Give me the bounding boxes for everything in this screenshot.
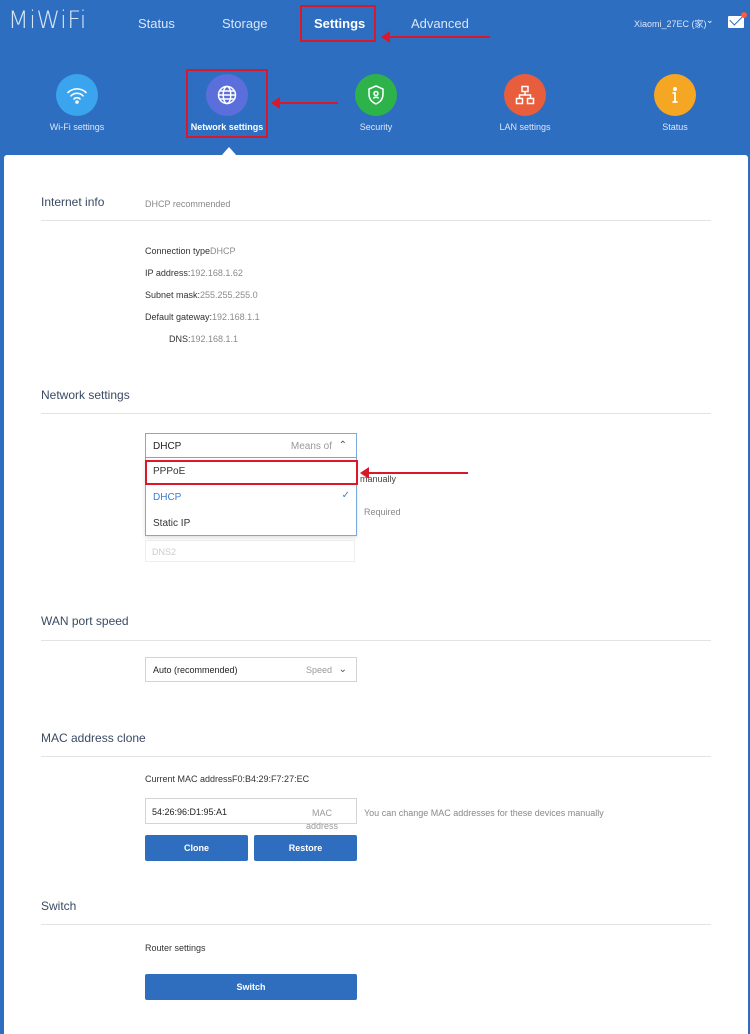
current-mac-row: Current MAC addressF0:B4:29:F7:27:EC xyxy=(145,774,309,784)
switch-button[interactable]: Switch xyxy=(145,974,357,1000)
ssid-selector[interactable]: Xiaomi_27EC (家) xyxy=(634,17,707,30)
wan-title: WAN port speed xyxy=(41,614,129,628)
select-value: DHCP xyxy=(153,441,182,452)
wifi-icon[interactable] xyxy=(56,74,98,116)
option-static-ip[interactable]: Static IP xyxy=(153,518,190,529)
ip-value: 192.168.1.62 xyxy=(190,268,243,278)
shield-icon[interactable] xyxy=(355,74,397,116)
clone-button[interactable]: Clone xyxy=(145,835,248,861)
restore-button[interactable]: Restore xyxy=(254,835,357,861)
divider xyxy=(41,640,711,641)
internet-info-note: DHCP recommended xyxy=(145,199,231,209)
mail-icon[interactable] xyxy=(728,16,744,28)
ip-label: IP address: xyxy=(145,268,191,278)
dns-value: 192.168.1.1 xyxy=(190,334,239,344)
router-settings-label: Router settings xyxy=(145,943,206,953)
nav-advanced[interactable]: Advanced xyxy=(411,16,469,31)
gateway-label: Default gateway: xyxy=(145,312,213,322)
gateway-value: 192.168.1.1 xyxy=(212,312,260,322)
settings-nav: Wi-Fi settings Network settings Security… xyxy=(0,48,750,155)
security-label[interactable]: Security xyxy=(321,122,431,132)
switch-title: Switch xyxy=(41,899,77,913)
nav-storage[interactable]: Storage xyxy=(222,16,268,31)
lan-settings-label[interactable]: LAN settings xyxy=(470,122,580,132)
nav-status[interactable]: Status xyxy=(138,16,175,31)
select-hint: Speed xyxy=(305,665,332,675)
network-settings-title: Network settings xyxy=(41,388,130,402)
mac-help-text: You can change MAC addresses for these d… xyxy=(364,808,604,818)
annotation-arrow xyxy=(381,31,490,43)
dns2-field[interactable]: DNS2 xyxy=(145,540,355,562)
annotation-arrow xyxy=(271,97,338,109)
gateway-row: Default gateway:192.168.1.1 xyxy=(145,312,260,322)
dns-label: DNS: xyxy=(169,334,191,344)
chevron-down-icon[interactable]: ⌄ xyxy=(706,15,714,26)
option-dhcp[interactable]: DHCP xyxy=(153,492,181,503)
top-bar: MiWiFi Status Storage Settings Advanced … xyxy=(0,0,750,48)
current-mac-label: Current MAC address xyxy=(145,774,233,784)
mac-title: MAC address clone xyxy=(41,731,146,745)
side-text-required: Required xyxy=(364,507,401,517)
dns-row: DNS:192.168.1.1 xyxy=(169,334,238,344)
divider xyxy=(41,756,711,757)
annotation-highlight-pppoe xyxy=(145,460,358,485)
divider xyxy=(41,413,711,414)
connection-type-row: Connection typeDHCP xyxy=(145,246,236,256)
connection-type-label: Connection type xyxy=(145,246,211,256)
logo: MiWiFi xyxy=(8,6,87,34)
settings-panel xyxy=(4,155,748,1034)
mac-input[interactable]: 54:26:96:D1:95:A1 MAC address xyxy=(145,798,357,831)
notification-dot xyxy=(741,12,747,18)
annotation-highlight-network xyxy=(186,69,268,138)
chevron-down-icon: ⌄ xyxy=(338,664,347,675)
mac-input-value: 54:26:96:D1:95:A1 xyxy=(152,807,228,817)
internet-info-title: Internet info xyxy=(41,195,105,209)
select-hint: Means of xyxy=(290,441,332,452)
ip-row: IP address:192.168.1.62 xyxy=(145,268,243,278)
current-mac-value: F0:B4:29:F7:27:EC xyxy=(232,774,310,784)
chevron-up-icon: ⌃ xyxy=(338,440,347,451)
subnet-label: Subnet mask: xyxy=(145,290,201,300)
select-value: Auto (recommended) xyxy=(153,665,238,675)
wifi-settings-label[interactable]: Wi-Fi settings xyxy=(22,122,132,132)
divider xyxy=(41,220,711,221)
annotation-highlight-settings xyxy=(300,5,376,42)
subnet-row: Subnet mask:255.255.255.0 xyxy=(145,290,258,300)
info-icon[interactable] xyxy=(654,74,696,116)
connection-type-select[interactable]: DHCP Means of ⌃ xyxy=(145,433,357,458)
mac-input-tag: MAC address xyxy=(305,808,339,831)
divider xyxy=(41,924,711,925)
side-text-manually: manually xyxy=(360,474,397,484)
check-icon: ✓ xyxy=(341,490,350,501)
wan-speed-select[interactable]: Auto (recommended) Speed ⌄ xyxy=(145,657,357,682)
status-label[interactable]: Status xyxy=(620,122,730,132)
connection-type-value: DHCP xyxy=(210,246,236,256)
network-icon[interactable] xyxy=(504,74,546,116)
subnet-value: 255.255.255.0 xyxy=(200,290,258,300)
